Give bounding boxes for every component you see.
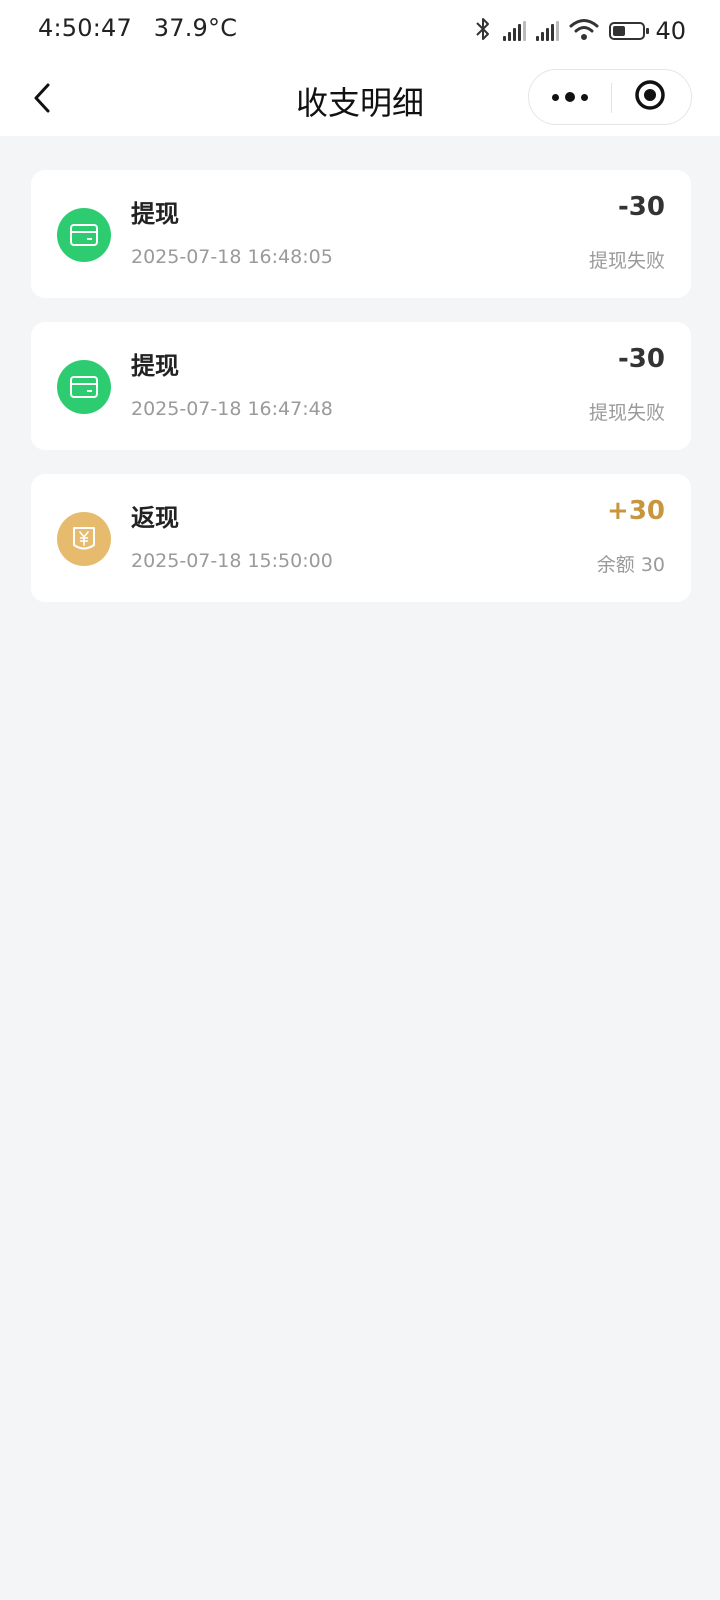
wifi-icon bbox=[569, 17, 599, 45]
close-miniapp-button[interactable] bbox=[609, 70, 691, 124]
target-circle-icon bbox=[633, 78, 667, 116]
signal-icon bbox=[503, 21, 527, 41]
card-icon bbox=[57, 360, 111, 414]
transaction-item[interactable]: 返现 2025-07-18 15:50:00 +30 余额 30 bbox=[31, 474, 691, 602]
yuan-tag-icon bbox=[57, 512, 111, 566]
status-temperature: 37.9°C bbox=[153, 14, 238, 42]
transaction-type: 提现 bbox=[131, 200, 179, 228]
status-time: 4:50:47 bbox=[38, 14, 132, 42]
battery-icon bbox=[609, 22, 650, 40]
transaction-type: 提现 bbox=[131, 352, 179, 380]
transaction-status: 提现失败 bbox=[588, 250, 665, 272]
transaction-time: 2025-07-18 16:47:48 bbox=[131, 398, 333, 420]
more-dots-icon bbox=[552, 93, 559, 101]
battery-level: 40 bbox=[655, 17, 686, 45]
status-icons: 40 bbox=[473, 14, 686, 48]
transaction-amount: -30 bbox=[618, 192, 665, 222]
transaction-list: 提现 2025-07-18 16:48:05 -30 提现失败 提现 2025-… bbox=[31, 170, 691, 626]
transaction-time: 2025-07-18 15:50:00 bbox=[131, 550, 333, 572]
transaction-item[interactable]: 提现 2025-07-18 16:47:48 -30 提现失败 bbox=[31, 322, 691, 450]
status-left: 4:50:47 37.9°C bbox=[38, 14, 251, 42]
transaction-time: 2025-07-18 16:48:05 bbox=[131, 246, 333, 268]
more-button[interactable] bbox=[529, 70, 611, 124]
miniapp-capsule bbox=[528, 69, 692, 125]
bluetooth-icon bbox=[473, 16, 493, 46]
nav-bar: 收支明细 bbox=[0, 64, 720, 136]
transaction-item[interactable]: 提现 2025-07-18 16:48:05 -30 提现失败 bbox=[31, 170, 691, 298]
transaction-amount: +30 bbox=[607, 496, 665, 526]
card-icon bbox=[57, 208, 111, 262]
transaction-type: 返现 bbox=[131, 504, 179, 532]
status-bar: 4:50:47 37.9°C 40 bbox=[0, 0, 720, 64]
transaction-amount: -30 bbox=[618, 344, 665, 374]
signal-icon bbox=[536, 21, 560, 41]
transaction-status: 余额 30 bbox=[596, 554, 665, 576]
transaction-status: 提现失败 bbox=[588, 402, 665, 424]
